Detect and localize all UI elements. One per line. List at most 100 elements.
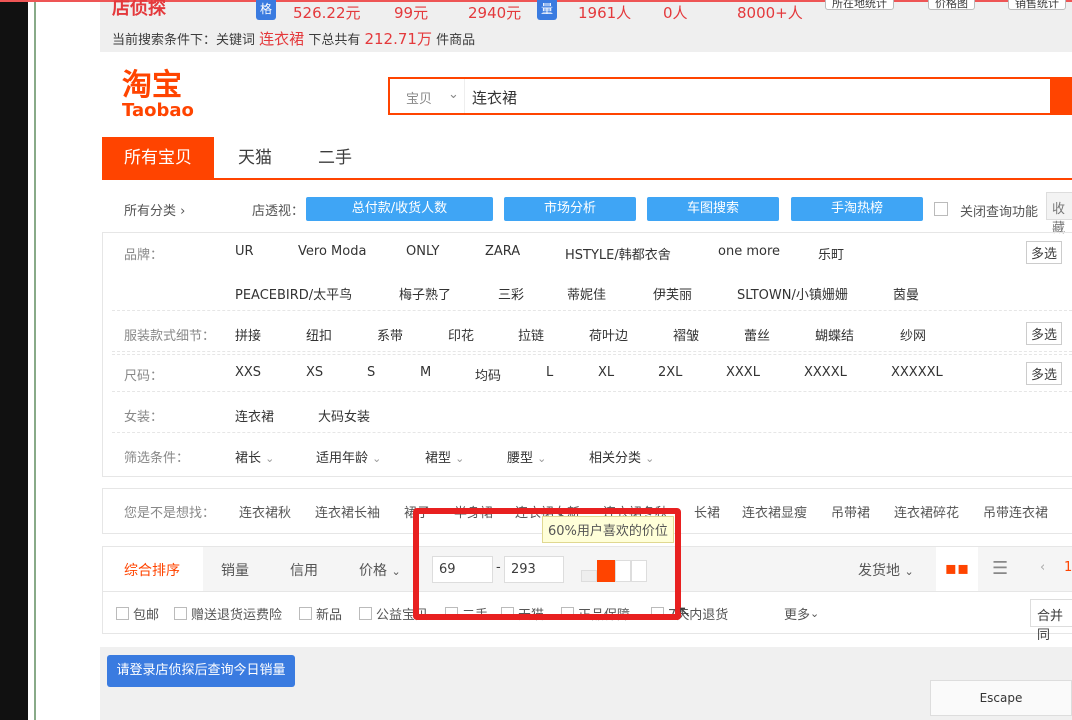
filter-option[interactable]: 印花 [448, 325, 474, 344]
price-tag: 格 [256, 0, 276, 20]
prev-page-icon[interactable]: ‹ [1040, 560, 1045, 575]
close-query-checkbox[interactable] [934, 202, 948, 216]
filter-option[interactable]: M [420, 365, 431, 380]
filter-option[interactable]: 纱网 [900, 325, 926, 344]
suggestion-link[interactable]: 吊带裙 [831, 502, 870, 521]
filter-option[interactable]: XXS [235, 365, 261, 380]
tab-secondhand[interactable]: 二手 [296, 137, 374, 179]
taobao-logo[interactable]: 淘宝 Taobao [122, 70, 194, 120]
suggestion-link[interactable]: 连衣裙显瘦 [742, 502, 807, 521]
ship-from-dropdown[interactable]: 发货地 ⌄ [858, 560, 914, 580]
escape-button[interactable]: Escape [930, 680, 1072, 716]
filter-option[interactable]: 三彩 [498, 284, 524, 303]
login-button[interactable]: 请登录店侦探后查询今日销量 [107, 655, 295, 687]
filter-label: 品牌： [124, 248, 164, 263]
suggestion-link[interactable]: 连衣裙碎花 [894, 502, 959, 521]
merge-button[interactable]: 合并同 [1030, 599, 1072, 643]
sort-default[interactable]: 综合排序 [124, 560, 180, 580]
checkbox-icon[interactable] [359, 607, 372, 620]
filter-option[interactable]: XS [306, 365, 323, 380]
filter-option[interactable]: 褶皱 [673, 325, 699, 344]
filter-option[interactable]: 适用年龄 ⌄ [316, 447, 381, 466]
filter-option[interactable]: ONLY [406, 244, 439, 259]
hot-list-button[interactable]: 手淘热榜 [791, 197, 923, 221]
grid-view-icon[interactable]: ▪▪ [936, 547, 978, 591]
filter-option[interactable]: XXXXL [804, 365, 847, 380]
avg-count: 1961人 [578, 4, 632, 22]
sales-stats-button[interactable]: 销售统计 [1008, 0, 1066, 10]
filter-option[interactable]: 伊芙丽 [653, 284, 692, 303]
filter-option[interactable]: 裙长 ⌄ [235, 447, 274, 466]
divider [112, 351, 1072, 352]
filter-option[interactable]: 腰型 ⌄ [507, 447, 546, 466]
min-price: 99元 [394, 4, 429, 22]
filter-option[interactable]: 拼接 [235, 325, 261, 344]
filter-checkbox[interactable]: 包邮 [116, 604, 159, 623]
filter-option[interactable]: 蕾丝 [744, 325, 770, 344]
checkbox-icon[interactable] [299, 607, 312, 620]
chevron-down-icon: ⌄ [455, 452, 465, 465]
filter-option[interactable]: UR [235, 244, 254, 259]
filter-option[interactable]: 纽扣 [306, 325, 332, 344]
filter-option[interactable]: XXXL [726, 365, 760, 380]
filter-option[interactable]: 大码女装 [318, 406, 370, 425]
tab-all[interactable]: 所有宝贝 [102, 137, 214, 179]
filter-option[interactable]: 连衣裙 [235, 406, 274, 425]
filter-option[interactable]: 均码 [475, 365, 501, 384]
filter-option[interactable]: L [546, 365, 553, 380]
list-view-icon[interactable]: ☰ [992, 558, 1008, 579]
chevron-down-icon: ⌄ [904, 565, 914, 578]
tab-tmall[interactable]: 天猫 [216, 137, 294, 179]
filter-option[interactable]: 拉链 [518, 325, 544, 344]
checkbox-icon[interactable] [174, 607, 187, 620]
filter-option[interactable]: 裙型 ⌄ [425, 447, 464, 466]
filter-option[interactable]: 乐町 [818, 244, 844, 263]
filter-option[interactable]: Vero Moda [298, 244, 366, 259]
filter-option[interactable]: 梅子熟了 [399, 284, 451, 303]
image-search-button[interactable]: 车图搜索 [647, 197, 779, 221]
filter-option[interactable]: 相关分类 ⌄ [589, 447, 654, 466]
filter-option[interactable]: 荷叶边 [589, 325, 628, 344]
all-categories[interactable]: 所有分类 › [124, 200, 185, 219]
filter-label: 女装： [124, 410, 164, 425]
sort-sales[interactable]: 销量 [221, 560, 249, 580]
suggestion-link[interactable]: 吊带连衣裙 [983, 502, 1048, 521]
total-payment-button[interactable]: 总付款/收货人数 [306, 197, 493, 221]
location-stats-button[interactable]: 所在地统计 [825, 0, 894, 10]
price-chart-button[interactable]: 价格图 [928, 0, 975, 10]
filter-option[interactable]: XXXXXL [891, 365, 943, 380]
filter-option[interactable]: S [367, 365, 375, 380]
filter-checkbox[interactable]: 赠送退货运费险 [174, 604, 282, 623]
multi-select-button[interactable]: 多选 [1026, 322, 1063, 345]
more-dropdown[interactable]: 更多 ⌄ [784, 604, 819, 623]
filter-option[interactable]: SLTOWN/小镇姗姗 [737, 284, 848, 303]
checkbox-icon[interactable] [116, 607, 129, 620]
multi-select-button[interactable]: 多选 [1026, 362, 1063, 385]
filter-option[interactable]: 蒂妮佳 [567, 284, 606, 303]
collect-button[interactable]: 收藏 [1046, 192, 1072, 236]
filter-option[interactable]: PEACEBIRD/太平鸟 [235, 284, 352, 303]
divider [112, 432, 1072, 433]
multi-select-button[interactable]: 多选 [1026, 241, 1063, 264]
market-analysis-button[interactable]: 市场分析 [504, 197, 636, 221]
filter-option[interactable]: 蝴蝶结 [815, 325, 854, 344]
filter-option[interactable]: 茵曼 [893, 284, 919, 303]
filter-checkbox[interactable]: 新品 [299, 604, 342, 623]
search-button[interactable] [1050, 77, 1072, 115]
sort-price[interactable]: 价格 ⌄ [359, 560, 401, 580]
chevron-down-icon: ⌄ [372, 452, 382, 465]
suggestion-link[interactable]: 连衣裙长袖 [315, 502, 380, 521]
filter-option[interactable]: XL [598, 365, 614, 380]
suggest-label: 您是不是想找： [124, 506, 216, 521]
search-value: 连衣裙 [472, 89, 518, 107]
filter-option[interactable]: 2XL [658, 365, 682, 380]
suggestion-link[interactable]: 连衣裙秋 [239, 502, 291, 521]
filter-option[interactable]: one more [718, 244, 780, 259]
filter-option[interactable]: 系带 [377, 325, 403, 344]
filter-option[interactable]: ZARA [485, 244, 520, 259]
filter-label: 筛选条件： [124, 451, 190, 466]
sort-credit[interactable]: 信用 [290, 560, 318, 580]
filter-option[interactable]: HSTYLE/韩都衣舍 [565, 244, 671, 263]
search-input[interactable]: 宝贝 ⌄ 连衣裙 [388, 77, 1072, 115]
suggestion-link[interactable]: 长裙 [694, 502, 720, 521]
